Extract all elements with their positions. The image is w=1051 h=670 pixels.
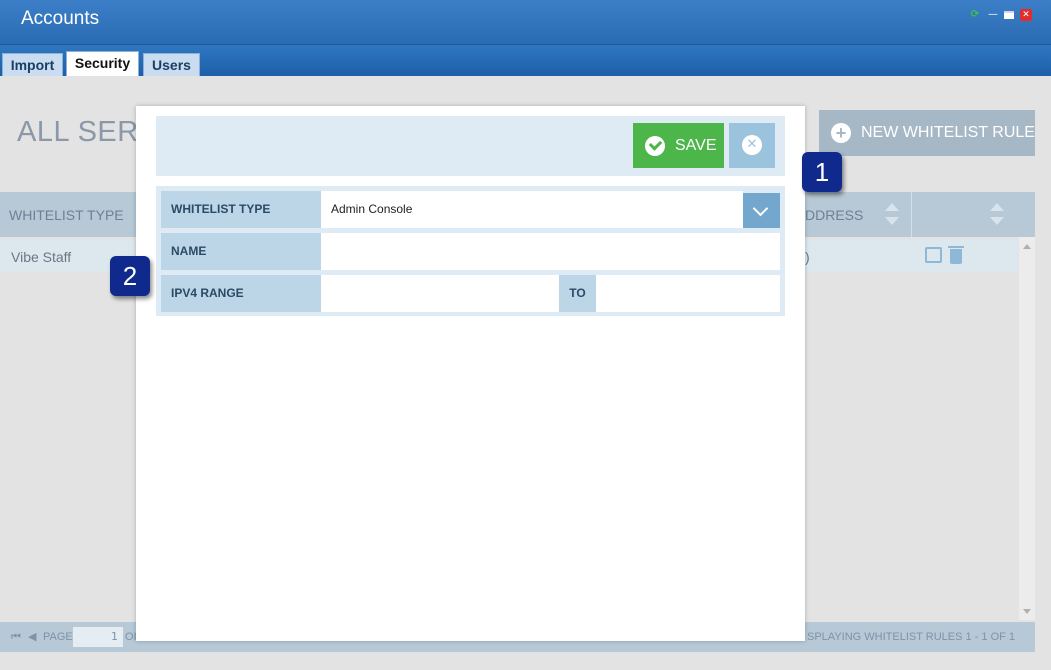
new-whitelist-rule-label: NEW WHITELIST RULE (861, 124, 1035, 141)
tab-import[interactable]: Import (2, 53, 63, 76)
close-icon[interactable]: ✕ (1020, 9, 1032, 21)
close-circle-icon: ✕ (742, 135, 762, 155)
check-circle-icon (645, 136, 665, 156)
tab-strip: Import Security Users (0, 45, 1051, 76)
new-whitelist-rule-button[interactable]: + NEW WHITELIST RULE (819, 110, 1035, 156)
save-button[interactable]: SAVE (633, 123, 724, 168)
pager-status: SPLAYING WHITELIST RULES 1 - 1 OF 1 (807, 631, 1016, 643)
ipv4-to-input[interactable] (596, 275, 780, 312)
save-label: SAVE (675, 137, 717, 154)
previous-page-icon[interactable]: ◀ (28, 630, 36, 643)
page-of-label: OI (125, 631, 137, 643)
name-label: NAME (161, 233, 321, 270)
name-input[interactable] (321, 233, 780, 270)
page-number-input[interactable]: 1 (73, 627, 123, 647)
dialog-toolbar: SAVE ✕ (156, 116, 785, 176)
callout-badge-2: 2 (110, 256, 150, 296)
sort-icon[interactable] (885, 203, 899, 227)
callout-badge-1: 1 (802, 152, 842, 192)
whitelist-type-select[interactable]: Admin Console (321, 191, 743, 228)
cell-address: ) (805, 249, 810, 265)
tab-security[interactable]: Security (66, 51, 139, 76)
whitelist-form: WHITELIST TYPE Admin Console NAME IPV4 R… (156, 186, 785, 316)
edit-icon[interactable] (925, 247, 942, 263)
trash-icon[interactable] (948, 246, 964, 264)
column-divider (911, 192, 912, 237)
ipv4-to-label: TO (559, 275, 596, 312)
window-title-bar: Accounts ⟳ — ✕ (0, 0, 1051, 45)
window-title: Accounts (21, 8, 100, 29)
tab-users[interactable]: Users (143, 53, 200, 76)
whitelist-type-row: WHITELIST TYPE Admin Console (161, 191, 780, 228)
ipv4-from-input[interactable] (321, 275, 559, 312)
sort-icon[interactable] (990, 203, 1004, 227)
maximize-icon[interactable] (1004, 11, 1014, 19)
chevron-down-icon[interactable] (743, 193, 780, 228)
cell-whitelist-type: Vibe Staff (11, 249, 72, 265)
column-header-whitelist-type[interactable]: WHITELIST TYPE (9, 207, 124, 223)
scroll-down-icon[interactable] (1023, 609, 1031, 614)
ipv4-range-row: IPV4 RANGE TO (161, 275, 780, 312)
minimize-icon[interactable]: — (987, 9, 999, 21)
plus-icon: + (831, 123, 851, 143)
page-label: PAGE (43, 631, 73, 643)
whitelist-type-label: WHITELIST TYPE (161, 191, 321, 228)
scroll-up-icon[interactable] (1023, 244, 1031, 249)
column-header-address[interactable]: DDRESS (805, 207, 863, 223)
cancel-button[interactable]: ✕ (729, 123, 775, 168)
name-row: NAME (161, 233, 780, 270)
whitelist-rule-dialog: SAVE ✕ WHITELIST TYPE Admin Console NAME… (136, 106, 805, 641)
first-page-icon[interactable]: ⏮ (11, 630, 21, 644)
refresh-icon[interactable]: ⟳ (969, 9, 981, 21)
ipv4-range-label: IPV4 RANGE (161, 275, 321, 312)
grid-scrollbar[interactable] (1019, 237, 1035, 620)
